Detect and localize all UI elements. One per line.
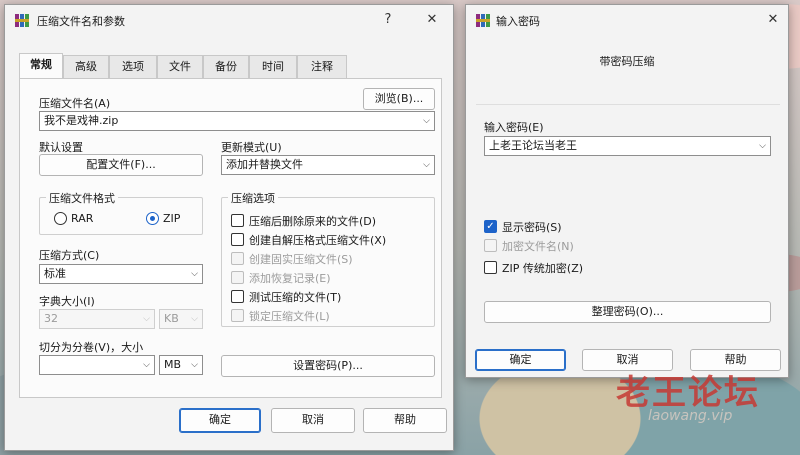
set-password-button[interactable]: 设置密码(P)... [221, 355, 435, 377]
tab-backup[interactable]: 备份 [203, 55, 249, 78]
tab-advanced[interactable]: 高级 [63, 55, 109, 78]
chevron-down-icon[interactable]: ⌵ [423, 156, 430, 174]
general-tab-panel: 压缩文件名(A) 浏览(B)... 我不是戏神.zip ⌵ 默认设置 配置文件(… [19, 78, 442, 398]
rar-radio[interactable] [54, 212, 67, 225]
delete-after-checkbox[interactable] [231, 214, 244, 227]
title-bar[interactable]: 压缩文件名和参数 ? ✕ [5, 5, 453, 35]
sfx-label[interactable]: 创建自解压格式压缩文件(X) [249, 232, 386, 248]
tab-options[interactable]: 选项 [109, 55, 157, 78]
recovery-record-label[interactable]: 添加恢复记录(E) [249, 270, 331, 286]
archive-format-group: 压缩文件格式 RAR ZIP [39, 190, 203, 235]
password-title-bar[interactable]: 输入密码 ✕ [466, 5, 788, 35]
lock-archive-label[interactable]: 锁定压缩文件(L) [249, 308, 330, 324]
password-window-title: 输入密码 [496, 15, 540, 28]
help-icon[interactable]: ? [377, 10, 399, 30]
password-dialog-header: 带密码压缩 [599, 55, 655, 68]
zip-legacy-label[interactable]: ZIP 传统加密(Z) [502, 260, 583, 276]
archive-name-combo[interactable]: 我不是戏神.zip ⌵ [39, 111, 435, 131]
winrar-app-icon [476, 14, 490, 27]
close-icon[interactable]: ✕ [421, 10, 443, 30]
tab-general[interactable]: 常规 [19, 53, 63, 78]
method-combo[interactable]: 标准 ⌵ [39, 264, 203, 284]
show-password-checkbox[interactable]: ✓ [484, 220, 497, 233]
tab-comment[interactable]: 注释 [297, 55, 347, 78]
test-files-checkbox[interactable] [231, 290, 244, 303]
profiles-button[interactable]: 配置文件(F)... [39, 154, 203, 176]
dict-size-label: 字典大小(I) [39, 295, 95, 308]
chevron-down-icon[interactable]: ⌵ [143, 356, 150, 374]
password-dialog: 输入密码 ✕ 带密码压缩 输入密码(E) 上老王论坛当老王 ⌵ ✓ 显示密码(S… [465, 4, 789, 378]
update-mode-label: 更新模式(U) [221, 141, 282, 154]
zip-legacy-checkbox[interactable] [484, 261, 497, 274]
archive-settings-dialog: 压缩文件名和参数 ? ✕ 常规 高级 选项 文件 备份 时间 注释 压缩文件名(… [4, 4, 454, 451]
sfx-checkbox[interactable] [231, 233, 244, 246]
winrar-app-icon [15, 14, 29, 27]
default-settings-label: 默认设置 [39, 141, 83, 154]
dict-unit-combo[interactable]: KB ⌵ [159, 309, 203, 329]
chevron-down-icon[interactable]: ⌵ [191, 356, 198, 374]
archive-options-group: 压缩选项 压缩后删除原来的文件(D) 创建自解压格式压缩文件(X) 创建固实压缩… [221, 190, 435, 327]
help-button[interactable]: 帮助 [363, 408, 447, 433]
show-password-label[interactable]: 显示密码(S) [502, 219, 562, 235]
chevron-down-icon[interactable]: ⌵ [191, 265, 198, 283]
solid-label[interactable]: 创建固实压缩文件(S) [249, 251, 353, 267]
close-icon[interactable]: ✕ [762, 10, 784, 30]
chevron-down-icon[interactable]: ⌵ [423, 112, 430, 130]
method-label: 压缩方式(C) [39, 249, 100, 262]
organize-passwords-button[interactable]: 整理密码(O)... [484, 301, 771, 323]
tab-time[interactable]: 时间 [249, 55, 297, 78]
archive-name-value: 我不是戏神.zip [44, 114, 119, 127]
ok-button[interactable]: 确定 [179, 408, 261, 433]
solid-checkbox[interactable] [231, 252, 244, 265]
delete-after-label[interactable]: 压缩后删除原来的文件(D) [249, 213, 376, 229]
password-input[interactable]: 上老王论坛当老王 ⌵ [484, 136, 771, 156]
split-size-combo[interactable]: ⌵ [39, 355, 155, 375]
password-label: 输入密码(E) [484, 121, 544, 134]
watermark-subtext: laowang.vip [648, 408, 733, 424]
chevron-down-icon[interactable]: ⌵ [759, 137, 766, 155]
update-mode-value: 添加并替换文件 [226, 158, 303, 171]
format-group-title: 压缩文件格式 [46, 190, 118, 206]
password-value: 上老王论坛当老王 [489, 139, 577, 152]
split-volumes-label: 切分为分卷(V)，大小 [39, 341, 144, 354]
chevron-down-icon[interactable]: ⌵ [191, 310, 198, 328]
dict-size-combo[interactable]: 32 ⌵ [39, 309, 155, 329]
tab-files[interactable]: 文件 [157, 55, 203, 78]
lock-archive-checkbox[interactable] [231, 309, 244, 322]
rar-radio-label[interactable]: RAR [71, 212, 93, 225]
method-value: 标准 [44, 267, 66, 280]
split-unit-value: MB [164, 358, 182, 371]
archive-name-label: 压缩文件名(A) [39, 97, 111, 110]
dict-unit-value: KB [164, 312, 179, 325]
password-ok-button[interactable]: 确定 [475, 349, 566, 371]
chevron-down-icon[interactable]: ⌵ [143, 310, 150, 328]
options-group-title: 压缩选项 [228, 190, 278, 206]
split-unit-combo[interactable]: MB ⌵ [159, 355, 203, 375]
cancel-button[interactable]: 取消 [271, 408, 355, 433]
recovery-record-checkbox[interactable] [231, 271, 244, 284]
update-mode-combo[interactable]: 添加并替换文件 ⌵ [221, 155, 435, 175]
zip-radio[interactable] [146, 212, 159, 225]
dict-size-value: 32 [44, 312, 58, 325]
encrypt-names-checkbox[interactable] [484, 239, 497, 252]
zip-radio-label[interactable]: ZIP [163, 212, 180, 225]
header-divider [476, 104, 780, 105]
browse-button[interactable]: 浏览(B)... [363, 88, 435, 110]
watermark-text: 老王论坛 [616, 373, 760, 413]
test-files-label[interactable]: 测试压缩的文件(T) [249, 289, 341, 305]
window-title: 压缩文件名和参数 [37, 15, 125, 28]
encrypt-names-label[interactable]: 加密文件名(N) [502, 238, 574, 254]
